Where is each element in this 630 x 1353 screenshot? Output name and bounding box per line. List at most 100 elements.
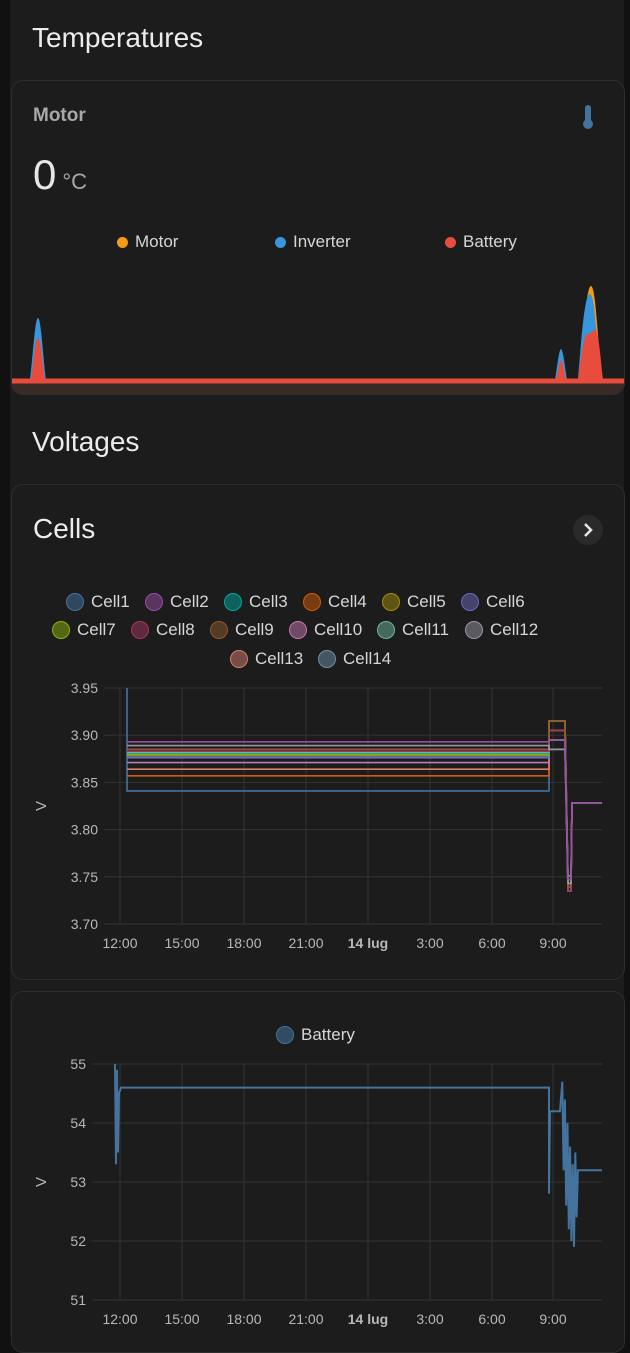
x-tick-label: 3:00: [416, 935, 443, 951]
x-tick-label: 21:00: [288, 935, 323, 951]
x-tick-label: 14 lug: [348, 935, 388, 951]
legend-label: Cell7: [77, 620, 116, 639]
legend-dot-icon: [445, 236, 456, 248]
cells-voltage-card: Cells Cell1 Cell2 Cell3 Cell4 Cell5 Cell6 Cell…: [11, 484, 625, 980]
legend-cell10[interactable]: Cell10: [289, 620, 362, 640]
thermometer-icon: [583, 105, 593, 129]
y-tick-label: 3.70: [71, 916, 98, 932]
legend-cell5[interactable]: Cell5: [382, 592, 446, 612]
legend-dot-icon: [289, 621, 307, 639]
y-tick-label: 53: [70, 1174, 86, 1190]
legend-label: Cell4: [328, 592, 367, 611]
legend-dot-icon: [377, 621, 395, 639]
sensor-name: Motor: [33, 105, 86, 126]
legend-dot-icon: [52, 621, 70, 639]
dashboard-column: Temperatures Motor 0 °C Motor Inverter B…: [10, 0, 625, 1353]
legend-cell2[interactable]: Cell2: [145, 592, 209, 612]
legend-dot-icon: [230, 650, 248, 668]
cell-series-line: [126, 688, 602, 892]
legend-inverter[interactable]: Inverter: [275, 232, 351, 252]
legend-dot-icon: [465, 621, 483, 639]
legend-label: Cell14: [343, 649, 392, 668]
cell-series-line: [127, 744, 602, 885]
legend-cell6[interactable]: Cell6: [461, 592, 525, 612]
x-tick-label: 9:00: [539, 1311, 566, 1327]
legend-battery-voltage[interactable]: Battery: [276, 1025, 355, 1045]
legend-dot-icon: [318, 650, 336, 668]
legend-label: Inverter: [293, 232, 351, 251]
x-tick-label: 15:00: [164, 935, 199, 951]
cell-series-line: [127, 748, 602, 877]
legend-cell9[interactable]: Cell9: [210, 620, 274, 640]
y-tick-label: 3.80: [71, 822, 98, 838]
y-tick-label: 3.95: [71, 680, 98, 696]
legend-label: Motor: [135, 232, 179, 251]
legend-label: Cell13: [255, 649, 304, 668]
y-axis-label: V: [33, 1177, 50, 1187]
cell-series-line: [127, 739, 602, 877]
x-tick-label: 6:00: [478, 1311, 505, 1327]
legend-label: Cell2: [170, 592, 209, 611]
legend-label: Cell1: [91, 592, 130, 611]
legend-motor[interactable]: Motor: [117, 232, 178, 252]
battery-series-area: [31, 329, 603, 380]
y-tick-label: 54: [70, 1115, 86, 1131]
temperature-reading: 0 °C: [33, 151, 87, 199]
x-tick-label: 9:00: [539, 935, 566, 951]
y-tick-label: 55: [70, 1056, 86, 1072]
x-tick-label: 21:00: [288, 1311, 323, 1327]
x-tick-label: 12:00: [102, 1311, 137, 1327]
legend-dot-icon: [131, 621, 149, 639]
temperature-value: 0: [33, 151, 57, 198]
legend-battery[interactable]: Battery: [445, 232, 517, 252]
legend-label: Cell9: [235, 620, 274, 639]
legend-dot-icon: [210, 621, 228, 639]
legend-dot-icon: [303, 593, 321, 611]
battery-voltage-chart[interactable]: 55 54 53 52 51 12:00 15:00 18:00 21:00 14 lug 3:00…: [12, 1052, 624, 1336]
inverter-series-area: [30, 294, 600, 380]
battery-voltage-card: Battery 55 54 53 52 51 12:00 15:00 18:00 21:00 14…: [11, 991, 625, 1353]
legend-label: Cell5: [407, 592, 446, 611]
legend-dot-icon: [224, 593, 242, 611]
section-title-temperatures: Temperatures: [32, 22, 204, 53]
legend-dot-icon: [461, 593, 479, 611]
legend-dot-icon: [382, 593, 400, 611]
legend-cell1[interactable]: Cell1: [66, 592, 130, 612]
y-tick-label: 51: [70, 1292, 86, 1308]
cell-series-line: [127, 739, 602, 881]
legend-label: Cell8: [156, 620, 195, 639]
legend-dot-icon: [276, 1026, 294, 1044]
legend-cell4[interactable]: Cell4: [303, 592, 367, 612]
x-tick-label: 6:00: [478, 935, 505, 951]
x-tick-label: 18:00: [226, 935, 261, 951]
cells-voltage-chart[interactable]: 3.95 3.90 3.85 3.80 3.75 3.7012:00 15:00 18:00 2…: [12, 675, 624, 965]
legend-cell8[interactable]: Cell8: [131, 620, 195, 640]
legend-cell14[interactable]: Cell14: [318, 649, 391, 669]
x-tick-label: 14 lug: [348, 1311, 388, 1327]
motor-temperature-card[interactable]: Motor 0 °C Motor Inverter Battery: [11, 80, 625, 395]
y-tick-label: 3.85: [71, 774, 98, 790]
legend-cell11[interactable]: Cell11: [377, 620, 449, 640]
x-tick-label: 15:00: [164, 1311, 199, 1327]
legend-dot-icon: [275, 236, 286, 248]
x-tick-label: 12:00: [102, 935, 137, 951]
legend-label: Cell12: [490, 620, 539, 639]
legend-cell13[interactable]: Cell13: [230, 649, 303, 669]
legend-dot-icon: [145, 593, 163, 611]
y-tick-label: 3.75: [71, 869, 98, 885]
section-title-voltages: Voltages: [32, 426, 140, 457]
legend-label: Cell3: [249, 592, 288, 611]
legend-cell3[interactable]: Cell3: [224, 592, 288, 612]
y-tick-label: 3.90: [71, 727, 98, 743]
legend-label: Battery: [463, 232, 517, 251]
legend-label: Cell6: [486, 592, 525, 611]
legend-cell12[interactable]: Cell12: [465, 620, 538, 640]
chevron-right-icon[interactable]: [573, 515, 603, 545]
legend-label: Battery: [301, 1025, 355, 1044]
x-tick-label: 3:00: [416, 1311, 443, 1327]
card-title: Cells: [33, 513, 96, 544]
legend-dot-icon: [117, 236, 128, 248]
temperature-history-graph[interactable]: [12, 276, 624, 394]
legend-dot-icon: [66, 593, 84, 611]
legend-cell7[interactable]: Cell7: [52, 620, 116, 640]
